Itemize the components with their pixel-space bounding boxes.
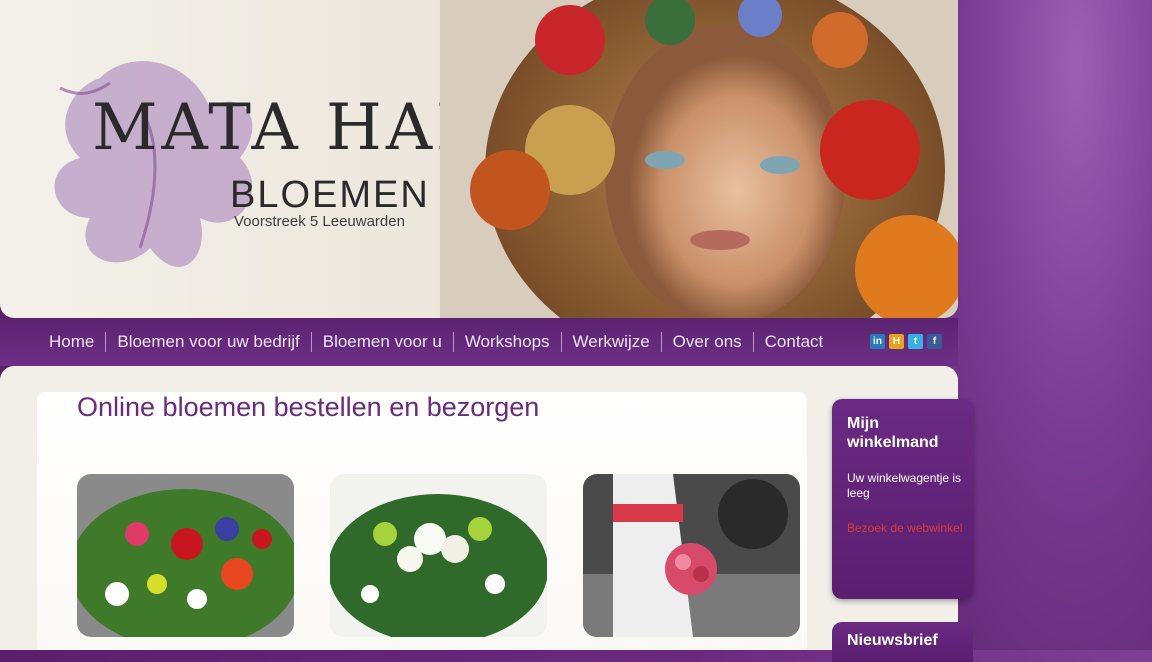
page-title: Online bloemen bestellen en bezorgen	[77, 392, 540, 422]
visit-webshop-link[interactable]: Bezoek de webwinkel	[847, 521, 965, 536]
shopping-cart-widget: Mijn winkelmand Uw winkelwagentje is lee…	[832, 399, 973, 599]
linkedin-icon[interactable]: in	[870, 334, 885, 349]
bouquet-white-image[interactable]	[330, 474, 547, 637]
twitter-icon[interactable]: t	[908, 334, 923, 349]
facebook-icon[interactable]: f	[927, 334, 942, 349]
logo-subtitle: BLOEMEN	[230, 174, 430, 216]
header-banner: MATA HARI BLOEMEN Voorstreek 5 Leeuwarde…	[0, 0, 958, 318]
logo-flower-icon	[54, 61, 253, 267]
nav-werkwijze[interactable]: Werkwijze	[562, 332, 662, 352]
nav-bloemen-voor-u[interactable]: Bloemen voor u	[312, 332, 454, 352]
nav-contact[interactable]: Contact	[754, 332, 835, 352]
hyves-icon[interactable]: H	[889, 334, 904, 349]
social-links: in H t f	[870, 334, 942, 349]
main-navigation: Home Bloemen voor uw bedrijf Bloemen voo…	[0, 318, 958, 366]
nav-bloemen-bedrijf[interactable]: Bloemen voor uw bedrijf	[106, 332, 312, 352]
newsletter-title: Nieuwsbrief	[847, 632, 938, 649]
logo-address: Voorstreek 5 Leeuwarden	[234, 213, 405, 230]
cart-title: Mijn winkelmand	[847, 415, 939, 451]
bridal-bouquet-image[interactable]	[583, 474, 800, 637]
newsletter-widget: Nieuwsbrief	[832, 622, 973, 662]
bouquet-colorful-image[interactable]	[77, 474, 294, 637]
hero-image	[440, 0, 958, 318]
cart-empty-text: Uw winkelwagentje is leeg	[847, 471, 962, 500]
nav-workshops[interactable]: Workshops	[454, 332, 562, 352]
nav-menu: Home Bloemen voor uw bedrijf Bloemen voo…	[38, 330, 834, 354]
nav-over-ons[interactable]: Over ons	[662, 332, 754, 352]
nav-home[interactable]: Home	[38, 332, 107, 352]
